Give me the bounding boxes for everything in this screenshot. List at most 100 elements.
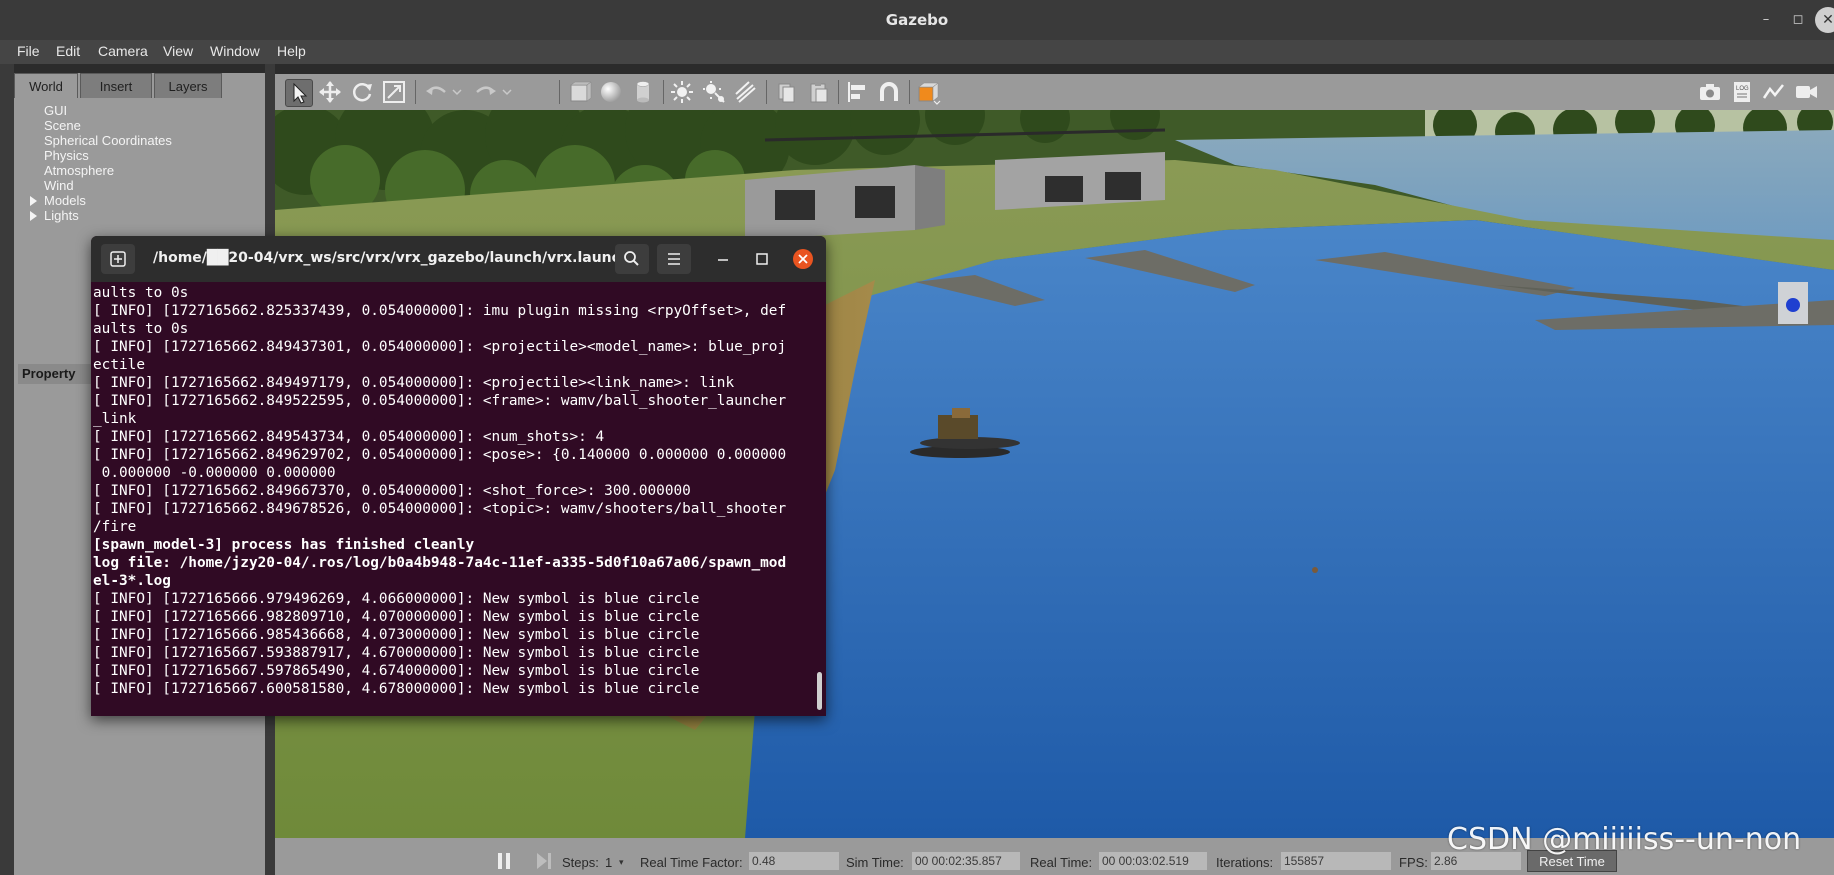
tree-item-lights[interactable]: Lights bbox=[44, 208, 79, 223]
redo-history-chevron-icon[interactable] bbox=[500, 79, 514, 105]
expand-models-icon[interactable] bbox=[30, 196, 37, 206]
tree-item-spherical-coordinates[interactable]: Spherical Coordinates bbox=[44, 133, 172, 148]
terminal-line: log file: /home/jzy20-04/.ros/log/b0a4b9… bbox=[93, 555, 787, 571]
left-edge bbox=[0, 64, 14, 875]
menu-edit[interactable]: Edit bbox=[56, 43, 80, 59]
menu-camera[interactable]: Camera bbox=[98, 43, 148, 59]
log-icon[interactable]: LOG bbox=[1729, 79, 1755, 105]
terminal-line: [ INFO] [1727165662.825337439, 0.0540000… bbox=[93, 303, 787, 319]
steps-chevron-icon[interactable]: ▾ bbox=[619, 858, 624, 868]
box-icon[interactable] bbox=[566, 79, 592, 105]
menu-help[interactable]: Help bbox=[277, 43, 306, 59]
boathouse-right bbox=[995, 152, 1165, 210]
tab-layers[interactable]: Layers bbox=[154, 73, 222, 98]
paste-icon[interactable] bbox=[805, 79, 831, 105]
pause-icon[interactable] bbox=[496, 851, 514, 875]
fps-label: FPS: bbox=[1399, 855, 1428, 870]
terminal-window[interactable]: /home/██20-04/vrx_ws/src/vrx/vrx_gazebo/… bbox=[91, 236, 826, 716]
copy-icon[interactable] bbox=[773, 79, 799, 105]
video-icon[interactable] bbox=[1793, 79, 1819, 105]
window-titlebar[interactable]: Gazebo – ◻ ✕ bbox=[0, 0, 1834, 41]
view-angle-icon[interactable] bbox=[915, 79, 941, 105]
iterations-field: 155857 bbox=[1281, 852, 1391, 870]
toolbar-separator bbox=[838, 80, 839, 104]
steps-value[interactable]: 1 bbox=[605, 855, 612, 870]
window-title: Gazebo bbox=[885, 11, 949, 29]
step-icon[interactable] bbox=[535, 851, 553, 875]
spot-light-icon[interactable] bbox=[701, 79, 727, 105]
svg-text:LOG: LOG bbox=[1736, 86, 1749, 92]
terminal-menu-icon[interactable] bbox=[657, 244, 691, 274]
cylinder-icon[interactable] bbox=[630, 79, 656, 105]
scale-icon[interactable] bbox=[381, 79, 407, 105]
target-sign bbox=[1778, 282, 1808, 324]
terminal-header[interactable]: /home/██20-04/vrx_ws/src/vrx/vrx_gazebo/… bbox=[91, 236, 826, 282]
terminal-line: [ INFO] [1727165667.593887917, 4.6700000… bbox=[93, 645, 700, 661]
tab-world[interactable]: World bbox=[14, 73, 78, 98]
rtf-label: Real Time Factor: bbox=[640, 855, 743, 870]
tree-item-scene[interactable]: Scene bbox=[44, 118, 81, 133]
terminal-line: [ INFO] [1727165666.979496269, 4.0660000… bbox=[93, 591, 700, 607]
gazebo-window: Gazebo – ◻ ✕ File Edit Camera View Windo… bbox=[0, 0, 1834, 875]
snap-icon[interactable] bbox=[876, 79, 902, 105]
tree-item-models[interactable]: Models bbox=[44, 193, 86, 208]
menu-file[interactable]: File bbox=[17, 43, 40, 59]
toolbar-separator bbox=[766, 80, 767, 104]
plot-icon[interactable] bbox=[1761, 79, 1787, 105]
csdn-watermark: CSDN @miiiiiss--un-non bbox=[1447, 822, 1802, 857]
real-time-label: Real Time: bbox=[1030, 855, 1093, 870]
tab-insert[interactable]: Insert bbox=[80, 73, 152, 98]
rotate-icon[interactable] bbox=[349, 79, 375, 105]
terminal-minimize-icon[interactable] bbox=[714, 250, 732, 268]
terminal-line: [spawn_model-3] process has finished cle… bbox=[93, 537, 475, 553]
maximize-icon[interactable]: ◻ bbox=[1788, 10, 1808, 30]
align-icon[interactable] bbox=[844, 79, 870, 105]
terminal-line: 0.000000 -0.000000 0.000000 bbox=[93, 465, 336, 481]
new-tab-icon[interactable] bbox=[101, 244, 135, 274]
point-light-icon[interactable] bbox=[669, 79, 695, 105]
terminal-line: [ INFO] [1727165666.982809710, 4.0700000… bbox=[93, 609, 700, 625]
terminal-scrollbar[interactable] bbox=[817, 672, 822, 710]
toolbar: LOG bbox=[275, 74, 1834, 110]
redo-icon[interactable] bbox=[473, 79, 499, 105]
terminal-line: [ INFO] [1727165662.849667370, 0.0540000… bbox=[93, 483, 691, 499]
translate-icon[interactable] bbox=[317, 79, 343, 105]
sim-time-field: 00 00:02:35.857 bbox=[912, 852, 1020, 870]
terminal-close-icon[interactable] bbox=[793, 249, 813, 269]
directional-light-icon[interactable] bbox=[733, 79, 759, 105]
property-label: Property bbox=[22, 366, 76, 381]
tree-item-wind[interactable]: Wind bbox=[44, 178, 74, 193]
close-icon[interactable]: ✕ bbox=[1815, 7, 1834, 33]
terminal-output[interactable]: aults to 0s [ INFO] [1727165662.82533743… bbox=[93, 284, 813, 714]
expand-lights-icon[interactable] bbox=[30, 211, 37, 221]
terminal-line: ectile bbox=[93, 357, 145, 373]
minimize-icon[interactable]: – bbox=[1756, 10, 1776, 30]
steps-label: Steps: bbox=[562, 855, 599, 870]
select-arrow-icon[interactable] bbox=[285, 79, 313, 107]
screenshot-icon[interactable] bbox=[1697, 79, 1723, 105]
terminal-line: [ INFO] [1727165667.600581580, 4.6780000… bbox=[93, 681, 700, 697]
menu-window[interactable]: Window bbox=[210, 43, 260, 59]
tree-item-atmosphere[interactable]: Atmosphere bbox=[44, 163, 114, 178]
terminal-line: _link bbox=[93, 411, 137, 427]
menubar: File Edit Camera View Window Help bbox=[0, 40, 1834, 64]
terminal-search-icon[interactable] bbox=[615, 244, 649, 274]
terminal-line: [ INFO] [1727165667.597865490, 4.6740000… bbox=[93, 663, 700, 679]
terminal-line: /fire bbox=[93, 519, 137, 535]
real-time-field: 00 00:03:02.519 bbox=[1099, 852, 1207, 870]
terminal-line: aults to 0s bbox=[93, 285, 189, 301]
sim-time-label: Sim Time: bbox=[846, 855, 904, 870]
tree-item-gui[interactable]: GUI bbox=[44, 103, 67, 118]
sphere-icon[interactable] bbox=[598, 79, 624, 105]
tree-item-physics[interactable]: Physics bbox=[44, 148, 89, 163]
undo-history-chevron-icon[interactable] bbox=[450, 79, 464, 105]
terminal-title: /home/██20-04/vrx_ws/src/vrx/vrx_gazebo/… bbox=[153, 250, 636, 266]
undo-icon[interactable] bbox=[423, 79, 449, 105]
terminal-line: [ INFO] [1727165662.849629702, 0.0540000… bbox=[93, 447, 787, 463]
terminal-maximize-icon[interactable] bbox=[753, 250, 771, 268]
toolbar-separator bbox=[909, 80, 910, 104]
terminal-line: aults to 0s bbox=[93, 321, 189, 337]
toolbar-separator bbox=[559, 80, 560, 104]
terminal-line: [ INFO] [1727165662.849522595, 0.0540000… bbox=[93, 393, 787, 409]
menu-view[interactable]: View bbox=[163, 43, 193, 59]
